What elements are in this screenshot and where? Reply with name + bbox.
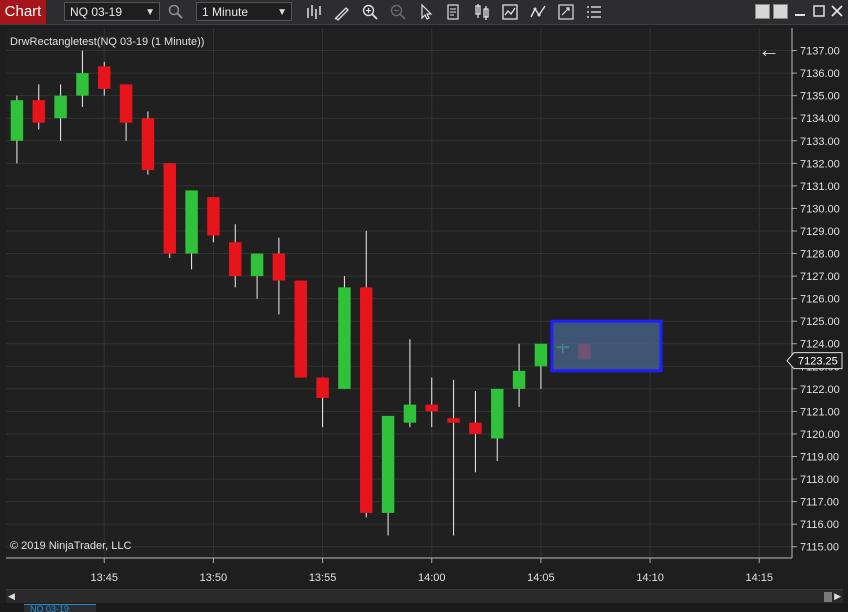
candle-body [512,370,526,389]
y-tick-label: 7116.00 [800,519,839,531]
candle-body [469,422,482,434]
y-tick-label: 7126.00 [800,294,840,306]
y-tick-label: 7117.00 [800,497,839,509]
candle-body [316,377,329,398]
y-tick-label: 7131.00 [800,181,840,193]
drawn-rectangle [550,319,663,373]
candle-body [381,415,395,513]
candle-body [185,190,198,254]
x-tick-label: 14:00 [418,572,446,584]
candle-body [10,100,24,141]
y-tick-label: 7135.00 [800,91,840,103]
y-tick-label: 7133.00 [800,136,840,148]
candle-body [119,84,133,123]
candle-body [141,118,155,171]
y-tick-label: 7121.00 [800,406,840,418]
candle-body [491,388,504,439]
candle-body [425,404,438,412]
scroll-thumb[interactable] [824,592,832,602]
candle-body [272,253,286,281]
candle-body [534,343,548,367]
candle-body [54,95,67,119]
candle-body [98,66,111,89]
candle-body [294,280,307,378]
candle-body [250,253,264,277]
candle-body [403,404,417,423]
y-tick-label: 7132.00 [800,158,840,170]
y-tick-label: 7136.00 [800,68,840,80]
y-tick-label: 7127.00 [800,271,840,283]
candlestick-chart[interactable]: 7115.00 7116.00 7117.00 7118.00 7119.00 7120.… [0,0,848,611]
copyright-text: © 2019 NinjaTrader, LLC [10,540,132,552]
scroll-right-icon[interactable]: ▶ [834,591,841,602]
back-arrow-icon[interactable]: ← [758,38,780,62]
y-tick-label: 7128.00 [800,249,840,261]
y-tick-label: 7124.00 [800,339,840,351]
candle-body [229,242,242,277]
x-tick-label: 13:55 [309,572,337,584]
x-tick-label: 13:50 [200,572,228,584]
y-tick-label: 7137.00 [800,46,840,58]
y-tick-label: 7125.00 [800,316,840,328]
chart-series-label: DrwRectangletest(NQ 03-19 (1 Minute)) [10,36,205,48]
candle-body [163,163,176,254]
candle-body [76,73,89,96]
last-price-label: 7123.25 [798,356,838,368]
x-tick-label: 14:15 [745,572,773,584]
bottom-tab-bar: NQ 03-19 [0,603,848,612]
x-tick-label: 13:45 [90,572,118,584]
y-tick-label: 7129.00 [800,226,840,238]
y-tick-label: 7119.00 [800,452,839,464]
candle-body [338,287,351,389]
y-tick-label: 7118.00 [800,474,839,486]
x-tick-label: 14:05 [527,572,555,584]
candle-body [360,287,373,513]
y-tick-label: 7122.00 [800,384,840,396]
candle-body [32,100,45,123]
candle-body [447,418,460,423]
y-tick-label: 7115.00 [800,542,839,554]
candle-body [207,197,220,236]
x-tick-label: 14:10 [636,572,664,584]
y-tick-label: 7134.00 [800,113,840,125]
horizontal-scrollbar[interactable]: ◀ ▶ [6,589,843,604]
y-tick-label: 7130.00 [800,203,840,215]
y-tick-label: 7120.00 [800,429,840,441]
scroll-left-icon[interactable]: ◀ [8,591,15,602]
